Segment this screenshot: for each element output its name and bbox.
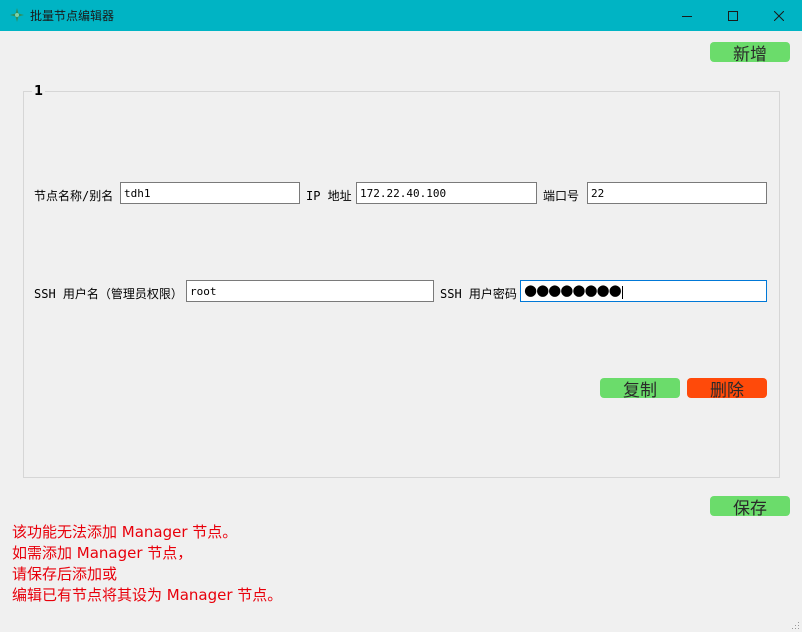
maximize-icon <box>728 10 738 21</box>
node-name-input[interactable]: tdh1 <box>120 182 300 204</box>
manager-note: 该功能无法添加 Manager 节点。 如需添加 Manager 节点， 请保存… <box>12 522 282 606</box>
password-mask: ●●●●●●●● <box>524 281 622 299</box>
node-group-title: 1 <box>32 84 46 99</box>
title-bar[interactable]: 批量节点编辑器 <box>0 0 802 31</box>
note-line: 编辑已有节点将其设为 Manager 节点。 <box>12 586 283 604</box>
add-node-button[interactable]: 新增 <box>710 42 790 65</box>
app-window: 批量节点编辑器 新增 1 节点名称/别名 tdh1 IP 地址 172.22.4… <box>0 0 802 632</box>
ssh-username-input[interactable]: root <box>186 280 434 302</box>
app-logo-icon <box>10 8 24 22</box>
delete-node-button[interactable]: 删除 <box>687 378 767 401</box>
close-icon <box>774 10 784 21</box>
note-line: 请保存后添加或 <box>12 565 118 583</box>
maximize-button[interactable] <box>710 0 756 31</box>
note-line: 如需添加 Manager 节点， <box>12 544 193 562</box>
node-name-label: 节点名称/别名 <box>34 189 114 203</box>
save-button[interactable]: 保存 <box>710 496 790 519</box>
close-button[interactable] <box>756 0 802 31</box>
ip-address-label: IP 地址 <box>306 189 352 203</box>
text-caret <box>621 285 623 299</box>
port-label: 端口号 <box>543 189 580 203</box>
ssh-password-label: SSH 用户密码 <box>440 287 517 301</box>
minimize-icon <box>682 15 692 17</box>
ip-address-input[interactable]: 172.22.40.100 <box>356 182 537 204</box>
port-input[interactable]: 22 <box>587 182 767 204</box>
ssh-username-label: SSH 用户名（管理员权限） <box>34 287 183 301</box>
note-line: 该功能无法添加 Manager 节点。 <box>12 523 238 541</box>
window-title: 批量节点编辑器 <box>30 9 115 23</box>
copy-node-button[interactable]: 复制 <box>600 378 680 401</box>
ssh-password-input[interactable]: ●●●●●●●● <box>520 280 767 302</box>
resize-grip-icon[interactable] <box>792 622 800 630</box>
minimize-button[interactable] <box>664 0 710 31</box>
